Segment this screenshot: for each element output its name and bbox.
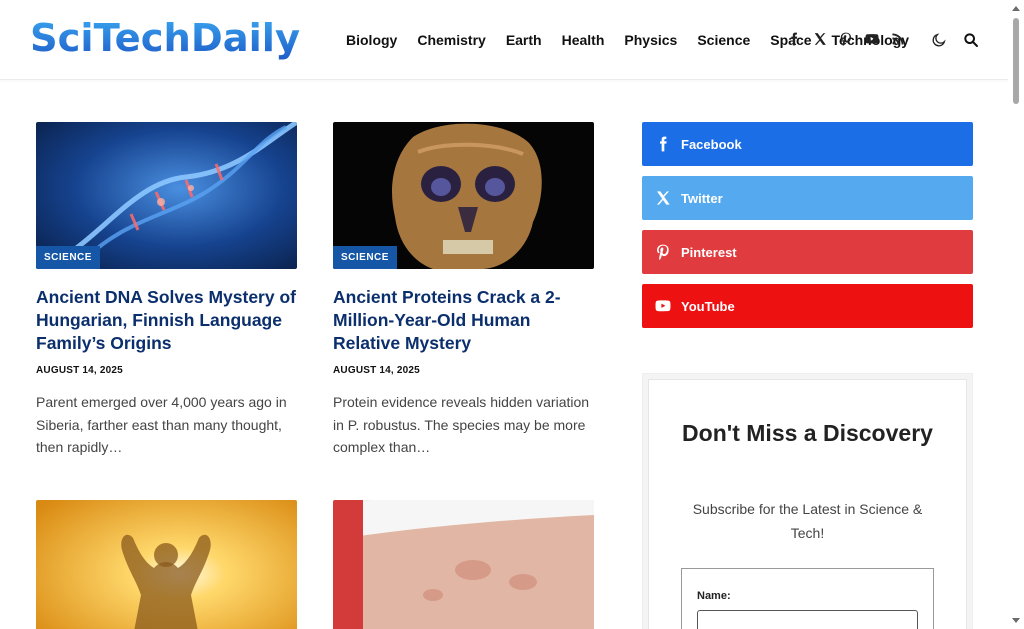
- site-logo[interactable]: SciTechDaily: [30, 14, 302, 60]
- scrollbar-thumb[interactable]: [1013, 18, 1019, 104]
- article-card: [333, 500, 594, 629]
- facebook-icon: [642, 136, 681, 152]
- site-header: SciTechDaily Biology Chemistry Earth Hea…: [0, 0, 1008, 80]
- header-social-links: [786, 29, 906, 49]
- article-title[interactable]: Ancient DNA Solves Mystery of Hungarian,…: [36, 286, 297, 355]
- facebook-follow-button[interactable]: Facebook: [642, 122, 973, 166]
- social-button-label: YouTube: [681, 298, 735, 314]
- article-thumbnail[interactable]: [36, 500, 297, 629]
- article-date: AUGUST 14, 2025: [333, 365, 420, 376]
- logo-text: SciTechDaily: [30, 16, 300, 60]
- pinterest-follow-button[interactable]: Pinterest: [642, 230, 973, 274]
- social-button-label: Twitter: [681, 190, 723, 206]
- twitter-follow-button[interactable]: Twitter: [642, 176, 973, 220]
- nav-item-physics[interactable]: Physics: [624, 30, 677, 50]
- pinterest-icon[interactable]: [838, 29, 854, 49]
- youtube-icon[interactable]: [864, 29, 880, 49]
- scroll-up-arrow[interactable]: [1012, 6, 1020, 11]
- name-input[interactable]: [697, 610, 918, 629]
- facebook-icon[interactable]: [786, 29, 802, 49]
- newsletter-subtitle: Subscribe for the Latest in Science & Te…: [692, 501, 923, 541]
- article-card: SCIENCE Ancient DNA Solves Mystery of Hu…: [36, 122, 297, 459]
- page-scrollbar[interactable]: [1008, 0, 1024, 629]
- nav-item-health[interactable]: Health: [562, 30, 605, 50]
- article-date: AUGUST 14, 2025: [36, 365, 123, 376]
- search-icon[interactable]: [961, 30, 981, 50]
- article-thumbnail[interactable]: [333, 500, 594, 629]
- article-excerpt: Parent emerged over 4,000 years ago in S…: [36, 394, 287, 455]
- nav-item-biology[interactable]: Biology: [346, 30, 397, 50]
- article-title[interactable]: Ancient Proteins Crack a 2-Million-Year-…: [333, 286, 594, 355]
- rss-icon[interactable]: [890, 29, 906, 49]
- youtube-follow-button[interactable]: YouTube: [642, 284, 973, 328]
- article-thumbnail[interactable]: SCIENCE: [333, 122, 594, 269]
- name-field-label: Name:: [697, 590, 731, 602]
- youtube-icon: [642, 298, 681, 314]
- nav-item-earth[interactable]: Earth: [506, 30, 542, 50]
- article-card: [36, 500, 297, 629]
- x-twitter-icon: [642, 190, 681, 206]
- article-thumbnail[interactable]: SCIENCE: [36, 122, 297, 269]
- skin-rash-image: [333, 500, 594, 629]
- nav-item-science[interactable]: Science: [697, 30, 750, 50]
- category-badge[interactable]: SCIENCE: [333, 246, 397, 269]
- article-card: SCIENCE Ancient Proteins Crack a 2-Milli…: [333, 122, 594, 459]
- nav-item-chemistry[interactable]: Chemistry: [417, 30, 485, 50]
- x-twitter-icon[interactable]: [812, 29, 828, 49]
- pinterest-icon: [642, 244, 681, 260]
- newsletter-title: Don't Miss a Discovery: [682, 420, 933, 446]
- social-button-label: Pinterest: [681, 244, 737, 260]
- sunlight-person-image: [36, 500, 297, 629]
- dark-mode-icon[interactable]: [929, 30, 949, 50]
- social-button-label: Facebook: [681, 136, 742, 152]
- scroll-down-arrow[interactable]: [1012, 618, 1020, 623]
- article-excerpt: Protein evidence reveals hidden variatio…: [333, 394, 590, 455]
- category-badge[interactable]: SCIENCE: [36, 246, 100, 269]
